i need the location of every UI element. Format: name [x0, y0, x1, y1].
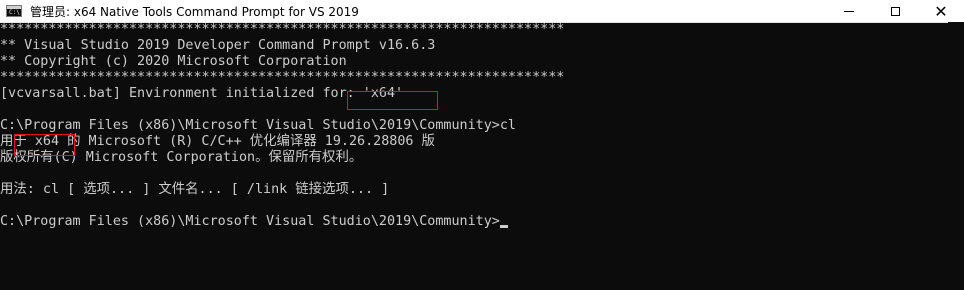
- prompt-text: C:\Program Files (x86)\Microsoft Visual …: [0, 214, 500, 229]
- console-line: 用法: cl [ 选项... ] 文件名... [ /link 链接选项... …: [0, 182, 390, 197]
- console-line: ****************************************…: [0, 70, 565, 85]
- maximize-icon: [890, 6, 900, 16]
- maximize-button[interactable]: [872, 0, 918, 22]
- console-line: ****************************************…: [0, 22, 565, 37]
- minimize-button[interactable]: [826, 0, 872, 22]
- window-controls: ✕: [826, 0, 964, 22]
- highlight-box-x64-compiler: [14, 134, 75, 156]
- console-line: ** Copyright (c) 2020 Microsoft Corporat…: [0, 54, 347, 69]
- console-line: ** Visual Studio 2019 Developer Command …: [0, 38, 436, 53]
- window-title: 管理员: x64 Native Tools Command Prompt for…: [30, 4, 359, 19]
- title-bar[interactable]: C:\ 管理员: x64 Native Tools Command Prompt…: [0, 0, 964, 23]
- prompt-line[interactable]: C:\Program Files (x86)\Microsoft Visual …: [0, 214, 948, 230]
- console-output[interactable]: ****************************************…: [0, 22, 948, 290]
- close-icon: ✕: [934, 1, 948, 21]
- console-line: 版权所有(C) Microsoft Corporation。保留所有权利。: [0, 150, 363, 165]
- minimize-icon: [844, 10, 854, 12]
- scrollbar[interactable]: [948, 22, 964, 290]
- console-line: [vcvarsall.bat] Environment initialized …: [0, 86, 404, 101]
- close-button[interactable]: ✕: [918, 0, 964, 22]
- console-line: C:\Program Files (x86)\Microsoft Visual …: [0, 118, 516, 133]
- console-line: 用于 x64 的 Microsoft (R) C/C++ 优化编译器 19.26…: [0, 134, 435, 149]
- console-window: C:\ 管理员: x64 Native Tools Command Prompt…: [0, 0, 964, 290]
- highlight-box-x64-environment: [347, 91, 438, 110]
- text-cursor: [499, 225, 508, 228]
- cmd-icon[interactable]: C:\: [6, 5, 22, 17]
